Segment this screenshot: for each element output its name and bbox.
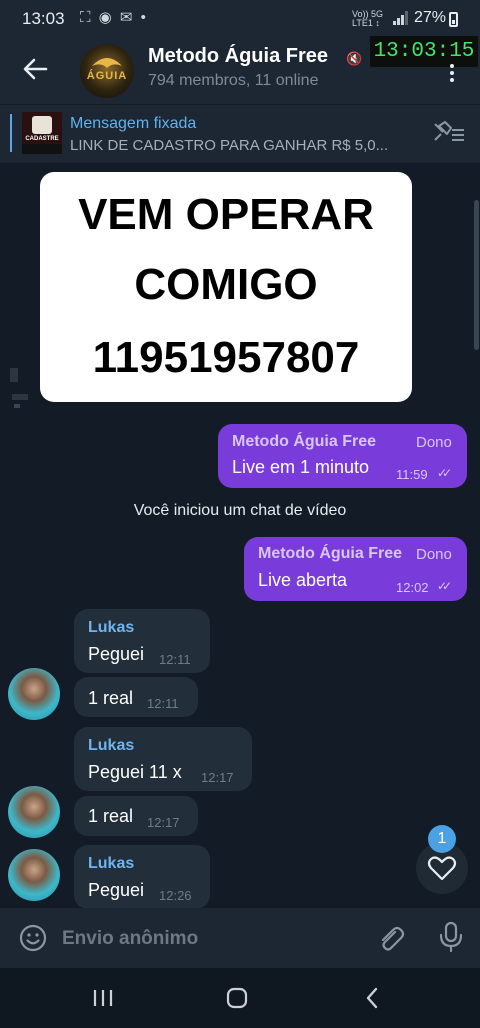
pinned-text: LINK DE CADASTRO PARA GANHAR R$ 5,0... bbox=[70, 137, 389, 154]
message-text: Peguei bbox=[88, 880, 145, 900]
dot bbox=[450, 71, 454, 75]
message-sender: Metodo Águia Free bbox=[232, 433, 377, 450]
network-indicator: Vo)) 5G LTE1 ↕ bbox=[352, 10, 383, 28]
battery-icon bbox=[449, 12, 458, 27]
pinned-label: Mensagem fixada bbox=[70, 115, 197, 132]
message-input[interactable] bbox=[62, 925, 362, 953]
thumb-band bbox=[22, 144, 62, 154]
message-time: 12:11 bbox=[159, 652, 191, 667]
message-time: 12:17 bbox=[147, 815, 180, 830]
pinned-thumb-text: CADASTRE bbox=[25, 136, 59, 142]
overlay-line-3: 11951957807 bbox=[92, 333, 360, 382]
avatar-logo-text: ÁGUIA bbox=[86, 70, 128, 82]
dot bbox=[450, 78, 454, 82]
chat-subtitle: 794 membros, 11 online bbox=[148, 72, 319, 89]
message-time: 12:17 bbox=[201, 770, 234, 785]
message-time: 11:59 bbox=[396, 467, 428, 482]
service-message: Você iniciou um chat de vídeo bbox=[133, 502, 347, 519]
status-time: 13:03 bbox=[22, 9, 65, 28]
message-text: Live aberta bbox=[258, 570, 348, 590]
microphone-icon[interactable] bbox=[436, 920, 466, 954]
signal-icon bbox=[393, 11, 408, 25]
pinned-accent-line bbox=[10, 114, 12, 152]
paperclip-icon[interactable] bbox=[374, 922, 406, 954]
message-time: 12:26 bbox=[159, 888, 192, 903]
sender-role: Dono bbox=[416, 546, 452, 563]
dot bbox=[450, 64, 454, 68]
message-text: 1 real bbox=[88, 806, 134, 826]
pin-list-icon[interactable] bbox=[432, 120, 466, 144]
notification-icons: ⛶ ◉ ✉ • bbox=[80, 9, 148, 26]
message-sender: Metodo Águia Free bbox=[258, 545, 403, 562]
overlay-line-1: VEM OPERAR bbox=[78, 190, 374, 239]
message-time: 12:02 bbox=[396, 580, 429, 595]
message-sender: Lukas bbox=[88, 855, 135, 872]
chat-title[interactable]: Metodo Águia Free bbox=[148, 45, 328, 68]
battery-percent: 27% bbox=[414, 9, 447, 26]
clock-overlay: 13:03:15 bbox=[370, 36, 478, 67]
network-bottom: LTE1 ↕ bbox=[352, 18, 380, 28]
message-text: 1 real bbox=[88, 688, 134, 708]
sticker-thumbnail bbox=[10, 368, 28, 408]
home-icon[interactable] bbox=[224, 985, 250, 1011]
message-sender: Lukas bbox=[88, 619, 135, 636]
sender-role: Dono bbox=[416, 434, 452, 451]
more-menu-button[interactable] bbox=[446, 64, 458, 88]
emoji-icon[interactable] bbox=[18, 923, 48, 953]
group-avatar[interactable]: ÁGUIA bbox=[80, 44, 134, 98]
muted-icon: 🔇 bbox=[346, 51, 363, 66]
overlay-line-2: COMIGO bbox=[134, 260, 318, 309]
back-button[interactable] bbox=[20, 54, 50, 84]
read-checks-icon: ✓✓ bbox=[437, 579, 452, 593]
scrollbar[interactable] bbox=[474, 200, 479, 350]
pinned-thumbnail: CADASTRE bbox=[22, 112, 62, 154]
nav-back-icon[interactable] bbox=[360, 985, 386, 1011]
message-sender: Lukas bbox=[88, 737, 135, 754]
message-text: Peguei 11 x bbox=[88, 762, 182, 782]
message-text: Live em 1 minuto bbox=[232, 457, 370, 477]
user-avatar[interactable] bbox=[8, 668, 60, 720]
user-avatar[interactable] bbox=[8, 849, 60, 901]
recents-icon[interactable] bbox=[90, 986, 116, 1010]
read-checks-icon: ✓✓ bbox=[437, 466, 452, 480]
thumb-card bbox=[32, 116, 52, 134]
reaction-count-badge: 1 bbox=[428, 825, 456, 853]
message-time: 12:11 bbox=[147, 696, 179, 711]
user-avatar[interactable] bbox=[8, 786, 60, 838]
message-text: Peguei bbox=[88, 644, 145, 664]
